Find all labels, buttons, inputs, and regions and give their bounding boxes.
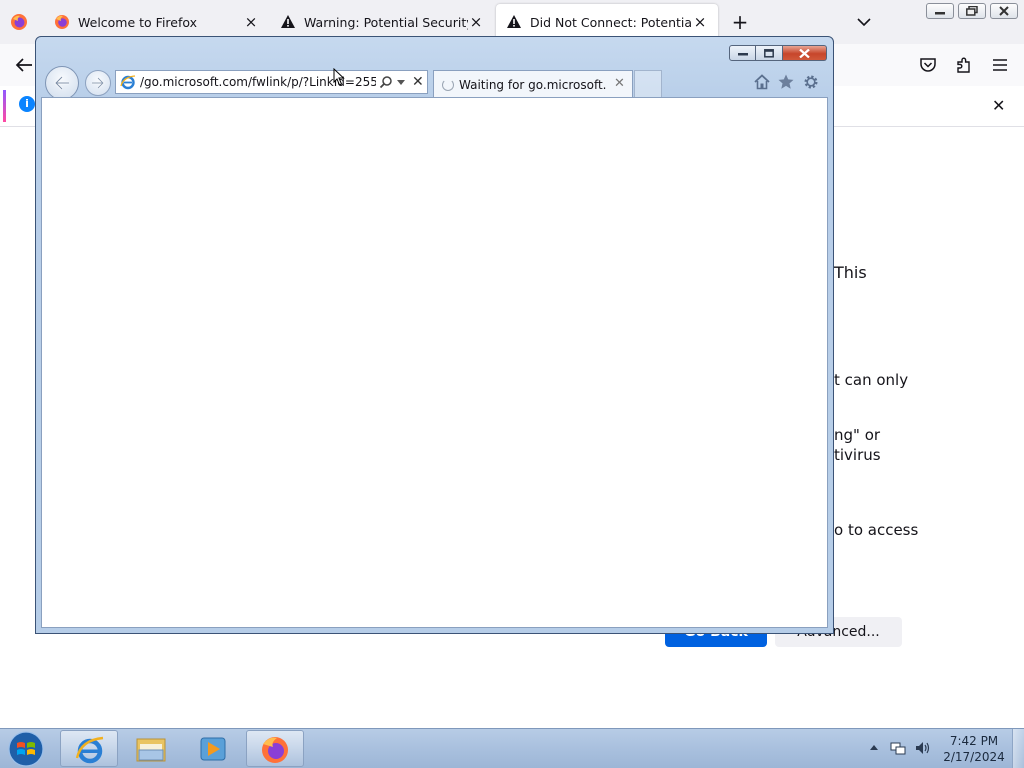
firefox-tab-warning[interactable]: Warning: Potential Security Risk Ahead × xyxy=(270,4,494,40)
new-tab-plus-icon[interactable]: + xyxy=(730,12,750,32)
forward-button[interactable] xyxy=(85,70,111,96)
network-icon[interactable] xyxy=(890,740,908,756)
restore-button[interactable] xyxy=(958,3,986,19)
search-icon[interactable] xyxy=(379,75,393,89)
start-button[interactable] xyxy=(6,730,46,768)
taskbar-windows-explorer[interactable] xyxy=(122,730,180,767)
page-text-fragment: t can only xyxy=(834,371,909,389)
taskbar-internet-explorer[interactable] xyxy=(60,730,118,767)
maximize-button[interactable] xyxy=(756,45,783,61)
close-icon[interactable]: ✕ xyxy=(992,96,1005,115)
close-window-button[interactable] xyxy=(990,3,1018,19)
show-hidden-icons-icon[interactable] xyxy=(869,743,879,751)
ie-page-content[interactable] xyxy=(41,97,828,628)
firefox-icon xyxy=(55,15,69,29)
close-icon[interactable]: × xyxy=(243,14,259,30)
tab-title: Waiting for go.microsoft.com... xyxy=(459,78,607,92)
taskbar: 7:42 PM 2/17/2024 xyxy=(0,728,1024,768)
ie-caption-buttons xyxy=(729,45,827,61)
close-icon[interactable]: × xyxy=(692,14,708,30)
extensions-icon[interactable] xyxy=(955,56,973,74)
back-button[interactable] xyxy=(45,66,79,100)
volume-icon[interactable] xyxy=(914,740,932,756)
home-icon[interactable] xyxy=(753,73,771,91)
dropdown-arrow-icon[interactable] xyxy=(397,80,405,86)
close-window-button[interactable] xyxy=(783,45,827,61)
page-text-fragment: tivirus xyxy=(834,446,881,464)
new-tab-button[interactable] xyxy=(634,70,662,98)
minimize-button[interactable] xyxy=(729,45,756,61)
close-tab-icon[interactable]: ✕ xyxy=(614,76,625,91)
internet-explorer-icon xyxy=(120,75,136,90)
pocket-icon[interactable] xyxy=(919,56,937,74)
page-text-fragment: ng" or xyxy=(834,426,881,444)
minimize-button[interactable] xyxy=(926,3,954,19)
internet-explorer-window: /go.microsoft.com/fwlink/p/?LinkId=25514… xyxy=(35,36,834,634)
close-icon[interactable]: × xyxy=(468,14,484,30)
media-player-icon xyxy=(200,737,226,761)
info-icon: i xyxy=(19,96,35,112)
clock-time: 7:42 PM xyxy=(949,734,999,748)
show-desktop-button[interactable] xyxy=(1012,729,1024,768)
loading-spinner-icon xyxy=(442,79,454,91)
back-arrow-icon xyxy=(54,76,69,90)
tab-title: Welcome to Firefox xyxy=(78,14,198,30)
firefox-menu-icon[interactable] xyxy=(10,13,28,31)
favorites-star-icon[interactable] xyxy=(777,73,795,91)
stop-icon[interactable]: ✕ xyxy=(412,74,424,90)
notification-accent xyxy=(3,90,6,122)
firefox-tab-welcome[interactable]: Welcome to Firefox × xyxy=(44,4,269,40)
firefox-tab-did-not-connect[interactable]: Did Not Connect: Potential Security Issu… xyxy=(496,4,718,40)
warning-icon xyxy=(507,15,521,28)
address-bar[interactable]: /go.microsoft.com/fwlink/p/?LinkId=25514… xyxy=(115,70,428,94)
tab-title: Did Not Connect: Potential Security Issu… xyxy=(530,14,692,30)
forward-arrow-icon xyxy=(92,77,105,89)
taskbar-firefox[interactable] xyxy=(246,730,304,767)
tab-title: Warning: Potential Security Risk Ahead xyxy=(304,14,468,30)
settings-gear-icon[interactable] xyxy=(802,73,820,91)
ie-tab-active[interactable]: Waiting for go.microsoft.com... ✕ xyxy=(433,70,633,98)
chevron-down-icon[interactable] xyxy=(856,14,872,30)
clock-date: 2/17/2024 xyxy=(943,750,1005,764)
mouse-cursor-icon xyxy=(333,68,345,86)
menu-hamburger-icon[interactable] xyxy=(991,56,1009,74)
internet-explorer-icon xyxy=(75,736,104,764)
taskbar-windows-media-player[interactable] xyxy=(184,730,242,767)
folder-icon xyxy=(136,738,166,762)
firefox-icon xyxy=(262,737,288,763)
warning-icon xyxy=(281,15,295,28)
page-text-fragment: o to access xyxy=(834,521,919,539)
system-clock[interactable]: 7:42 PM 2/17/2024 xyxy=(940,733,1008,765)
page-text-fragment: This xyxy=(834,263,867,282)
back-arrow-icon[interactable] xyxy=(14,56,34,74)
